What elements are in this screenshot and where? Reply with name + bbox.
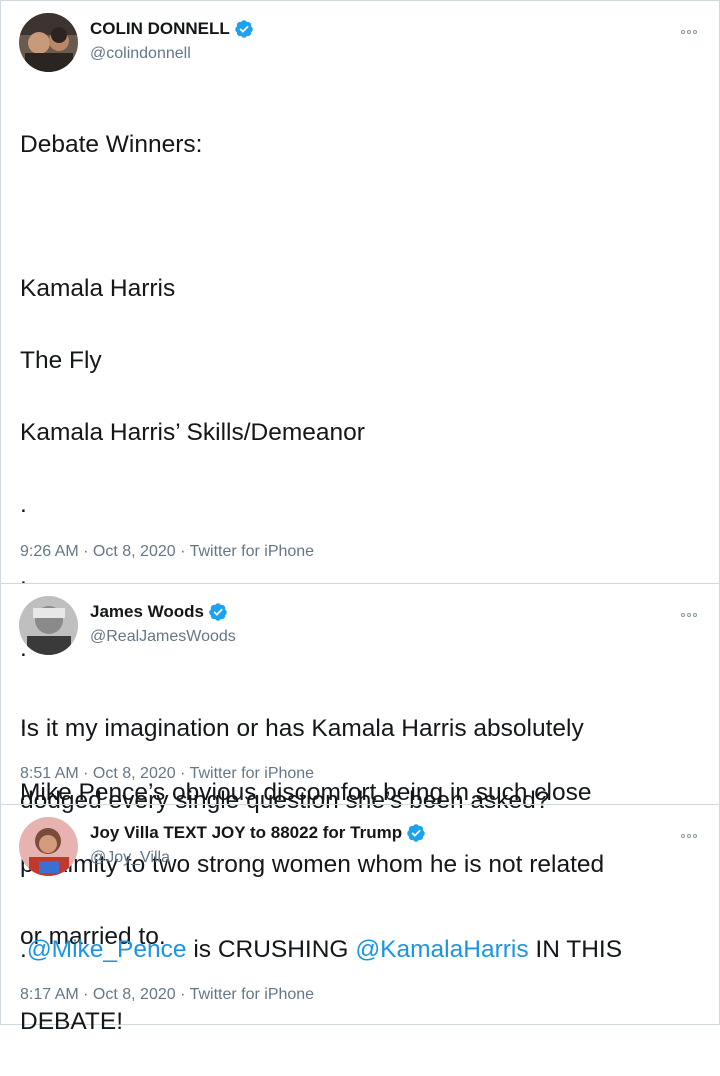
author-name-row[interactable]: James Woods [90, 602, 228, 622]
tweet-james-woods[interactable]: James Woods @RealJamesWoods Is it my ima… [1, 584, 719, 814]
mention-link[interactable]: @Mike_Pence [27, 936, 187, 963]
avatar-image [19, 596, 78, 655]
tweet-line: . [20, 491, 27, 518]
tweet-date[interactable]: Oct 8, 2020 [93, 543, 176, 560]
author-name-row[interactable]: COLIN DONNELL [90, 19, 254, 39]
verified-badge-icon [407, 824, 425, 842]
tweet-line: DEBATE! [20, 1008, 124, 1035]
author-handle[interactable]: @colindonnell [90, 45, 191, 63]
tweet-colin-donnell[interactable]: COLIN DONNELL @colindonnell Debate Winne… [1, 1, 719, 950]
meta-separator: · [78, 986, 93, 1003]
tweet-time[interactable]: 8:51 AM [20, 765, 79, 782]
tweet-line: The Fly [20, 347, 102, 374]
meta-separator: · [78, 765, 93, 782]
avatar-image [19, 13, 78, 72]
tweet-screenshot-frame: COLIN DONNELL @colindonnell Debate Winne… [0, 0, 720, 1035]
verified-badge-icon [209, 603, 227, 621]
tweet-line: Kamala Harris [20, 275, 176, 302]
tweet-line: Kamala Harris’ Skills/Demeanor [20, 419, 365, 446]
avatar[interactable] [19, 596, 78, 655]
more-options-icon[interactable] [679, 611, 699, 619]
meta-separator: · [175, 986, 190, 1003]
tweet-meta: 8:51 AM · Oct 8, 2020 · Twitter for iPho… [20, 765, 314, 783]
tweet-time[interactable]: 9:26 AM [20, 543, 79, 560]
tweet-line: .@Mike_Pence is CRUSHING @KamalaHarris I… [20, 932, 710, 968]
meta-separator: · [78, 543, 93, 560]
tweet-source[interactable]: Twitter for iPhone [190, 986, 315, 1003]
tweet-line: Is it my imagination or has Kamala Harri… [20, 715, 584, 742]
tweet-date[interactable]: Oct 8, 2020 [93, 765, 176, 782]
text-prefix: . [20, 936, 27, 963]
tweet-meta: 8:17 AM · Oct 8, 2020 · Twitter for iPho… [20, 986, 314, 1004]
author-name-row[interactable]: Joy Villa TEXT JOY to 88022 for Trump [90, 823, 426, 843]
tweet-source[interactable]: Twitter for iPhone [190, 765, 315, 782]
author-name[interactable]: Joy Villa TEXT JOY to 88022 for Trump [90, 823, 402, 843]
avatar[interactable] [19, 817, 78, 876]
tweet-time[interactable]: 8:17 AM [20, 986, 79, 1003]
tweet-meta: 9:26 AM · Oct 8, 2020 · Twitter for iPho… [20, 543, 314, 561]
meta-separator: · [175, 543, 190, 560]
author-handle[interactable]: @Joy_Villa [90, 849, 170, 867]
tweet-line: Debate Winners: [20, 131, 203, 158]
tweet-date[interactable]: Oct 8, 2020 [93, 986, 176, 1003]
more-options-icon[interactable] [679, 28, 699, 36]
author-handle[interactable]: @RealJamesWoods [90, 628, 236, 646]
verified-badge-icon [235, 20, 253, 38]
meta-separator: · [175, 765, 190, 782]
text-suffix: IN THIS [528, 936, 623, 963]
mention-link[interactable]: @KamalaHarris [355, 936, 528, 963]
tweet-source[interactable]: Twitter for iPhone [190, 543, 315, 560]
avatar-image [19, 817, 78, 876]
author-name[interactable]: James Woods [90, 602, 204, 622]
more-options-icon[interactable] [679, 832, 699, 840]
text-middle: is CRUSHING [186, 936, 356, 963]
author-name[interactable]: COLIN DONNELL [90, 19, 230, 39]
tweet-joy-villa[interactable]: Joy Villa TEXT JOY to 88022 for Trump @J… [1, 805, 719, 1035]
avatar[interactable] [19, 13, 78, 72]
